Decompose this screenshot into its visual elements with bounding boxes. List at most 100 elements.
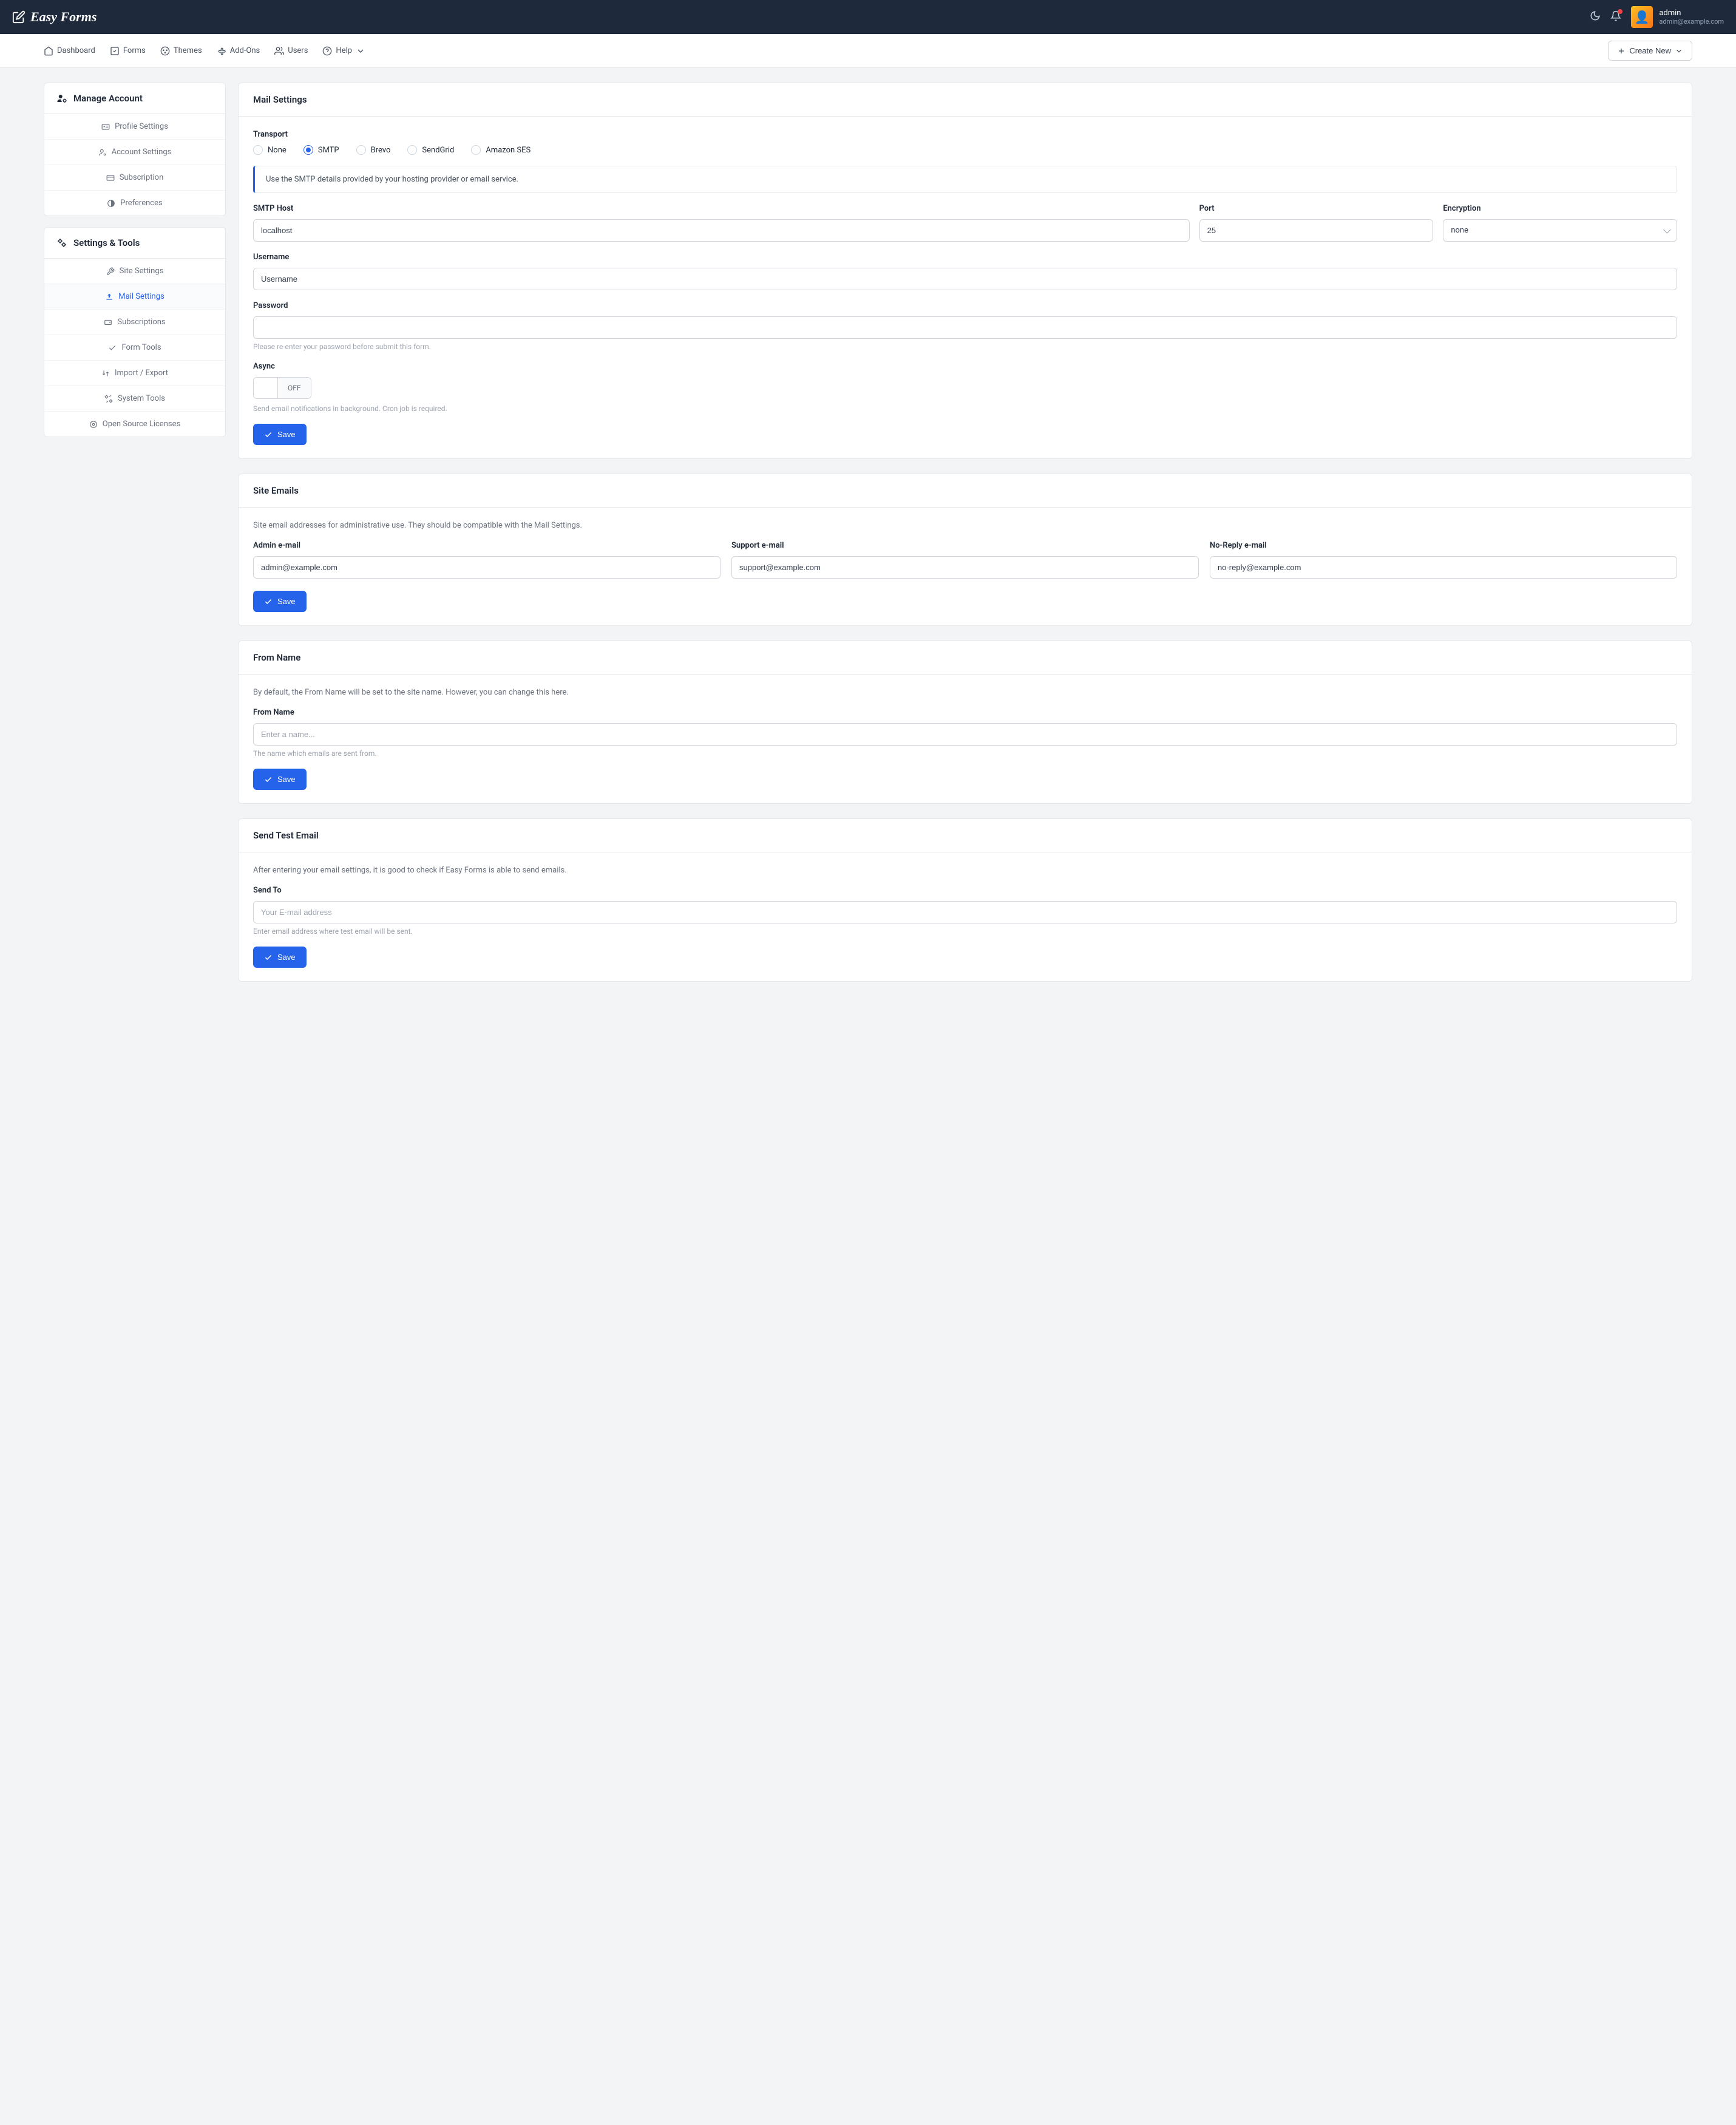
sidebar-profile-settings[interactable]: Profile Settings <box>44 114 225 140</box>
check-icon <box>264 430 273 439</box>
smtp-host-input[interactable] <box>253 219 1190 242</box>
sidebar-site-settings[interactable]: Site Settings <box>44 259 225 284</box>
notification-dot <box>1618 9 1622 14</box>
send-to-input[interactable] <box>253 901 1677 923</box>
wrench-icon <box>106 267 115 276</box>
card-title: From Name <box>239 641 1692 675</box>
transport-label: Transport <box>253 130 1677 139</box>
id-card-icon <box>101 123 110 131</box>
transport-brevo[interactable]: Brevo <box>356 145 391 155</box>
panel-title: Settings & Tools <box>73 237 140 248</box>
create-new-button[interactable]: Create New <box>1608 41 1692 61</box>
admin-email-label: Admin e-mail <box>253 541 721 550</box>
gears-icon <box>56 237 67 248</box>
notifications-button[interactable] <box>1610 10 1621 24</box>
sidebar-import-export[interactable]: Import / Export <box>44 361 225 386</box>
password-hint: Please re-enter your password before sub… <box>253 342 1677 351</box>
sidebar-mail-settings[interactable]: Mail Settings <box>44 284 225 310</box>
emails-save-button[interactable]: Save <box>253 591 307 612</box>
user-email: admin@example.com <box>1659 18 1724 25</box>
encryption-select[interactable]: none <box>1443 219 1677 242</box>
nav-dashboard[interactable]: Dashboard <box>44 46 95 56</box>
send-to-hint: Enter email address where test email wil… <box>253 927 1677 936</box>
transport-sendgrid[interactable]: SendGrid <box>407 145 454 155</box>
user-gear-icon <box>98 148 107 157</box>
plus-icon <box>1617 47 1626 55</box>
swap-icon <box>101 369 110 378</box>
user-name: admin <box>1659 8 1724 18</box>
sidebar-form-tools[interactable]: Form Tools <box>44 335 225 361</box>
test-save-button[interactable]: Save <box>253 947 307 968</box>
sidebar-subscriptions[interactable]: Subscriptions <box>44 310 225 335</box>
card-title: Mail Settings <box>239 83 1692 117</box>
dark-mode-toggle[interactable] <box>1590 10 1601 24</box>
upload-icon <box>105 293 114 301</box>
test-email-card: Send Test Email After entering your emai… <box>238 818 1692 982</box>
username-label: Username <box>253 253 1677 262</box>
mail-save-button[interactable]: Save <box>253 424 307 445</box>
user-menu[interactable]: 👤 admin admin@example.com <box>1631 6 1724 28</box>
nav-help[interactable]: Help <box>322 46 365 56</box>
nav-themes[interactable]: Themes <box>160 46 202 56</box>
from-name-card: From Name By default, the From Name will… <box>238 641 1692 804</box>
user-cog-icon <box>56 93 67 104</box>
users-icon <box>274 46 284 56</box>
port-label: Port <box>1199 204 1434 213</box>
from-name-input[interactable] <box>253 723 1677 746</box>
card-title: Send Test Email <box>239 819 1692 852</box>
nav-users[interactable]: Users <box>274 46 308 56</box>
test-email-desc: After entering your email settings, it i… <box>253 866 1677 875</box>
noreply-email-label: No-Reply e-mail <box>1210 541 1677 550</box>
chevron-down-icon <box>1675 47 1683 55</box>
smtp-host-label: SMTP Host <box>253 204 1190 213</box>
sidebar-account-settings[interactable]: Account Settings <box>44 140 225 165</box>
check-icon <box>264 953 273 962</box>
send-to-label: Send To <box>253 886 1677 895</box>
logo[interactable]: Easy Forms <box>12 9 97 25</box>
sidebar-preferences[interactable]: Preferences <box>44 191 225 216</box>
panel-title: Manage Account <box>73 93 143 104</box>
top-nav: Dashboard Forms Themes Add-Ons Users Hel… <box>0 34 1736 68</box>
site-emails-desc: Site email addresses for administrative … <box>253 521 1677 530</box>
nav-addons[interactable]: Add-Ons <box>217 46 260 56</box>
help-icon <box>322 46 332 56</box>
puzzle-icon <box>217 46 226 56</box>
encryption-label: Encryption <box>1443 204 1677 213</box>
site-emails-card: Site Emails Site email addresses for adm… <box>238 474 1692 626</box>
card-title: Site Emails <box>239 474 1692 508</box>
password-input[interactable] <box>253 316 1677 339</box>
sidebar-subscription[interactable]: Subscription <box>44 165 225 191</box>
check-square-icon <box>110 46 120 56</box>
wallet-icon <box>104 318 112 327</box>
mail-settings-card: Mail Settings Transport None SMTP Brevo … <box>238 83 1692 459</box>
admin-email-input[interactable] <box>253 556 721 579</box>
home-icon <box>44 46 53 56</box>
transport-smtp[interactable]: SMTP <box>303 145 339 155</box>
nav-forms[interactable]: Forms <box>110 46 146 56</box>
palette-icon <box>160 46 170 56</box>
brand-text: Easy Forms <box>30 9 97 25</box>
async-toggle[interactable]: OFF <box>253 377 311 399</box>
smtp-info-box: Use the SMTP details provided by your ho… <box>253 166 1677 193</box>
transport-none[interactable]: None <box>253 145 287 155</box>
port-input[interactable] <box>1199 219 1434 242</box>
async-label: Async <box>253 362 1677 371</box>
async-hint: Send email notifications in background. … <box>253 404 1677 413</box>
from-name-desc: By default, the From Name will be set to… <box>253 688 1677 697</box>
password-label: Password <box>253 301 1677 310</box>
transport-ses[interactable]: Amazon SES <box>471 145 531 155</box>
support-email-label: Support e-mail <box>731 541 1199 550</box>
noreply-email-input[interactable] <box>1210 556 1677 579</box>
fromname-save-button[interactable]: Save <box>253 769 307 790</box>
settings-tools-panel: Settings & Tools Site Settings Mail Sett… <box>44 227 226 437</box>
pencil-square-icon <box>12 10 25 24</box>
username-input[interactable] <box>253 268 1677 290</box>
support-email-input[interactable] <box>731 556 1199 579</box>
check-icon <box>108 344 117 352</box>
sidebar-licenses[interactable]: Open Source Licenses <box>44 412 225 437</box>
tools-icon <box>104 395 113 403</box>
osi-icon <box>89 420 98 429</box>
header: Easy Forms 👤 admin admin@example.com <box>0 0 1736 34</box>
avatar: 👤 <box>1631 6 1653 28</box>
sidebar-system-tools[interactable]: System Tools <box>44 386 225 412</box>
